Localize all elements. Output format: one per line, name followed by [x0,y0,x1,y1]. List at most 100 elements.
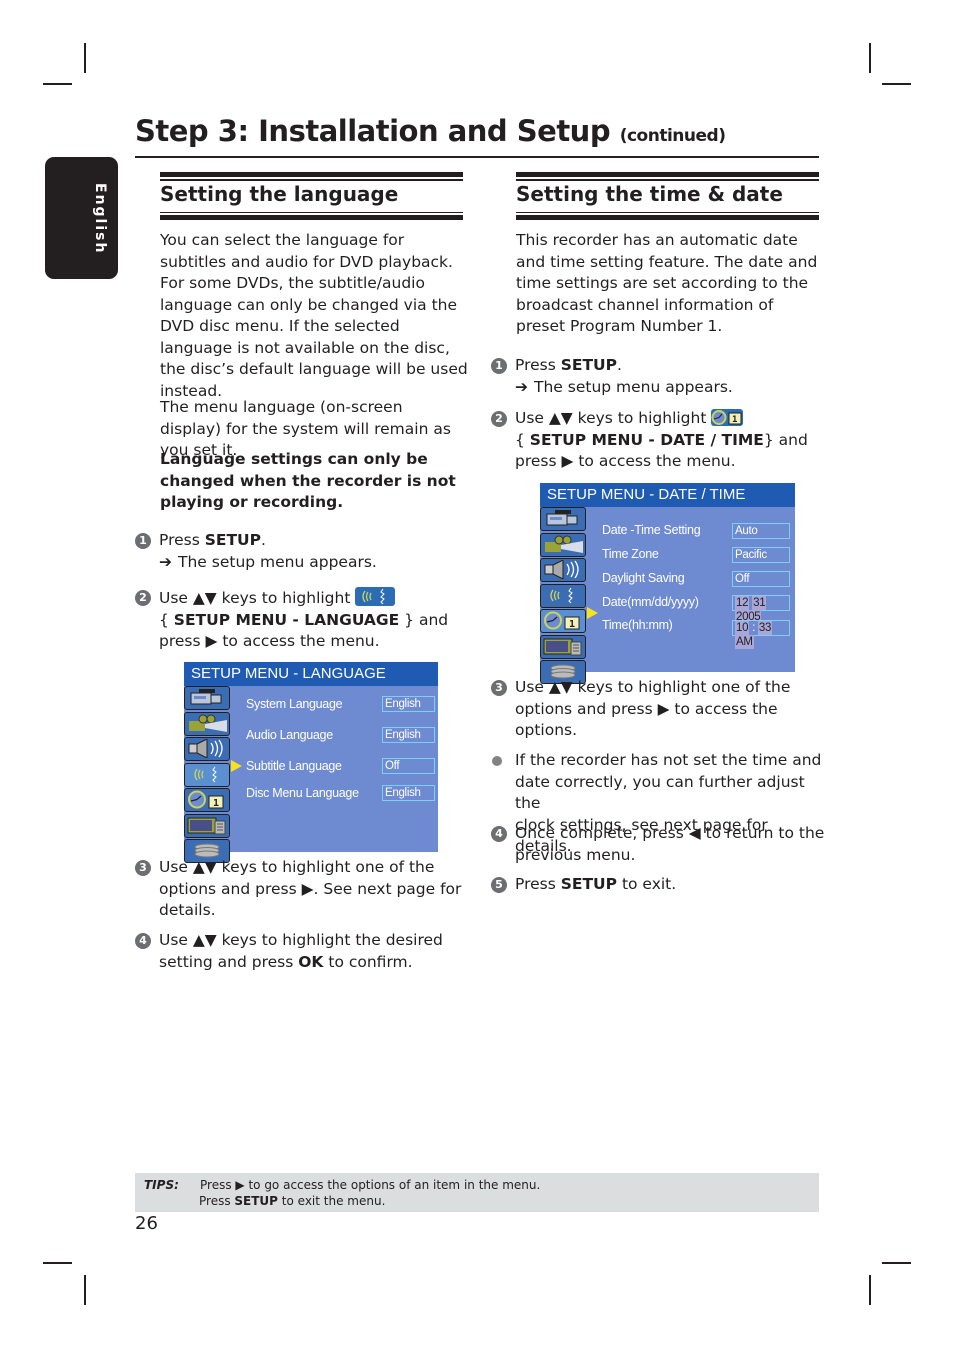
step-text: Press [515,875,561,893]
step-4: 4 Use ▲▼ keys to highlight the desired s… [135,930,465,973]
step-number: 4 [491,826,507,842]
step-text: . [617,356,622,374]
tips-line-1: Press ▶ to go access the options of an i… [200,1178,540,1192]
tips-box: TIPS: Press ▶ to go access the options o… [135,1173,819,1212]
step-text: options and press ▶ to access the [515,699,778,718]
language-side-tab: English [45,157,118,279]
language-icon [355,587,396,606]
menu-item-value[interactable]: English [382,727,435,743]
step-number: 2 [135,590,151,606]
play-arrow-icon: ▶ [235,1178,245,1192]
date-month[interactable]: 12 [735,596,750,610]
tips-text: Press [199,1194,235,1208]
result-arrow-icon: ➔ [159,552,172,571]
step-number: 1 [491,358,507,374]
page-number: 26 [135,1213,158,1234]
step-number: 1 [135,533,151,549]
camcorder-icon[interactable] [540,507,586,531]
step-text: { [159,610,174,629]
step-text: date correctly, you can further adjust t… [515,772,805,813]
selection-pointer-icon [231,760,242,772]
camcorder-icon[interactable] [184,686,230,710]
step-text: previous menu. [515,845,636,864]
time-value-field[interactable]: 10 : 33 AM [732,620,790,649]
menu-item-value[interactable]: Off [732,571,790,587]
menu-item-value[interactable]: English [382,696,435,712]
time-separator: : [752,622,756,634]
step-number: 5 [491,877,507,893]
language-icon[interactable] [540,583,586,608]
step-text: details. [159,901,216,919]
crop-mark [43,1262,72,1264]
step-text: options. [515,721,578,739]
svg-text:1: 1 [569,619,575,630]
time-hour[interactable]: 10 [735,621,750,635]
key-setup: SETUP [204,531,262,549]
menu-item-label[interactable]: Subtitle Language [246,759,342,773]
date-day[interactable]: 31 [752,596,767,610]
menu-item-label[interactable]: System Language [246,697,343,711]
menu-item-label[interactable]: Audio Language [246,728,333,742]
menu-icon-column: 1 [540,507,586,686]
step-number: 4 [135,933,151,949]
step-text: } and [399,610,449,629]
crop-mark [882,1262,911,1264]
crop-mark [869,1275,871,1305]
tips-text: to exit the menu. [277,1194,386,1208]
step-text: Use ▲▼ keys to highlight [159,589,351,607]
section-heading: Setting the language [160,182,399,206]
clock-calendar-icon[interactable]: 1 [540,609,586,633]
menu-name: SETUP MENU - DATE / TIME [529,430,764,449]
crop-mark [43,83,72,85]
selection-pointer-icon [587,607,598,619]
step-result: The setup menu appears. [534,377,733,396]
language-icon[interactable] [184,762,230,787]
step-text: to confirm. [323,952,413,971]
step-text: Use ▲▼ keys to highlight one of the [515,678,791,696]
menu-name: SETUP MENU - LANGUAGE [173,610,400,629]
step-number: 3 [491,680,507,696]
step-text: setting and press [159,952,299,971]
tv-remote-icon[interactable] [184,813,230,838]
menu-item-label[interactable]: Time(hh:mm) [602,618,673,632]
step-text: Use ▲▼ keys to highlight [515,409,707,427]
step-1: 1 Press SETUP. ➔ The setup menu appears. [491,355,821,398]
tv-remote-icon[interactable] [540,634,586,659]
menu-header: SETUP MENU - DATE / TIME [540,483,795,507]
step-text: Press [159,531,205,549]
step-2: 2 Use ▲▼ keys to highlight 1 { SETUP MEN… [491,408,826,473]
menu-item-value[interactable]: English [382,785,435,801]
step-text: } and [763,430,808,449]
result-arrow-icon: ➔ [515,377,528,396]
menu-item-label[interactable]: Daylight Saving [602,571,685,585]
menu-item-label[interactable]: Time Zone [602,547,659,561]
bullet-icon [492,756,502,766]
speaker-icon[interactable] [184,737,230,761]
key-ok: OK [298,952,324,971]
menu-icon-column: 1 [184,686,230,865]
crop-mark [84,1275,86,1305]
language-intro: You can select the language for subtitle… [160,231,468,400]
menu-item-label[interactable]: Disc Menu Language [246,786,359,800]
time-ampm[interactable]: AM [735,635,754,649]
page-title-suffix: (continued) [619,126,726,146]
date-value-field[interactable]: 12 31 2005 [732,595,790,624]
clock-calendar-icon[interactable]: 1 [184,788,230,812]
projector-icon[interactable] [184,711,230,736]
time-date-intro: This recorder has an automatic date and … [516,231,818,335]
menu-item-value[interactable]: Auto [732,523,790,539]
menu-item-label[interactable]: Date -Time Setting [602,523,701,537]
projector-icon[interactable] [540,532,586,557]
menu-item-value[interactable]: Off [382,758,435,774]
svg-text:1: 1 [213,798,219,809]
page-title-text: Step 3: Installation and Setup [135,114,611,148]
time-minute[interactable]: 33 [757,621,773,635]
step-text: Use ▲▼ keys to highlight one of the [159,858,435,876]
speaker-icon[interactable] [540,558,586,582]
menu-item-value[interactable]: Pacific [732,547,790,563]
menu-item-label[interactable]: Date(mm/dd/yyyy) [602,595,699,609]
step-text: press ▶ to access the menu. [515,452,736,470]
language-warning: Language settings can only be changed wh… [160,450,456,511]
section-heading-box: Setting the time & date [516,172,819,220]
tips-text: Press [200,1178,236,1192]
